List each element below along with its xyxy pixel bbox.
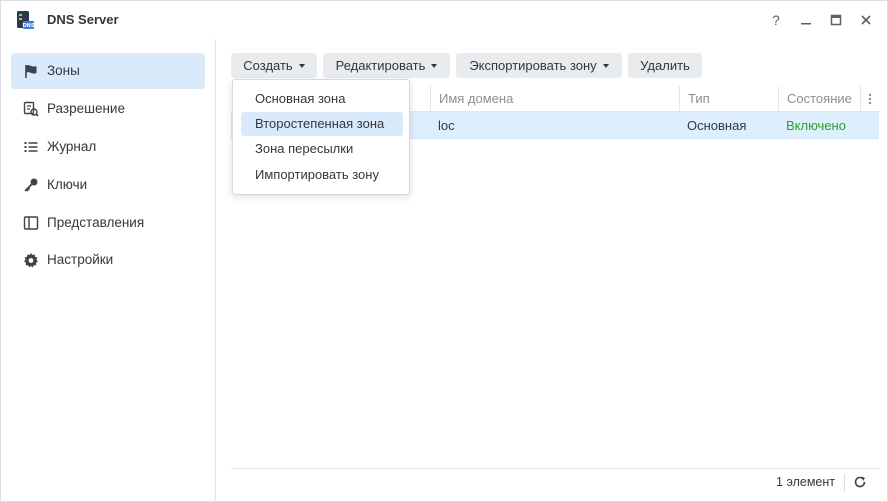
sidebar-item-label: Настройки xyxy=(47,252,114,267)
views-icon xyxy=(23,216,39,230)
svg-text:DNS: DNS xyxy=(23,23,35,29)
resolution-icon xyxy=(23,101,39,117)
sidebar-item-views[interactable]: Представления xyxy=(11,205,205,241)
create-button-label: Создать xyxy=(243,58,293,73)
sidebar-item-settings[interactable]: Настройки xyxy=(11,242,205,278)
minimize-button[interactable] xyxy=(799,11,813,29)
grid-footer: 1 элемент xyxy=(231,468,879,496)
help-button[interactable]: ? xyxy=(769,11,783,29)
sidebar: Зоны Разрешение Журнал Ключи Представлен… xyxy=(1,39,216,502)
cell-type: Основная xyxy=(687,118,747,133)
delete-button-label: Удалить xyxy=(640,58,690,73)
chevron-down-icon xyxy=(298,63,305,68)
menu-item-forward-zone[interactable]: Зона пересылки xyxy=(241,137,403,161)
create-dropdown-menu: Основная зона Второстепенная зона Зона п… xyxy=(232,79,410,195)
sidebar-item-label: Журнал xyxy=(47,139,97,154)
create-button[interactable]: Создать xyxy=(231,53,317,78)
list-icon xyxy=(24,142,38,152)
sidebar-item-keys[interactable]: Ключи xyxy=(11,167,205,203)
export-button-label: Экспортировать зону xyxy=(469,58,597,73)
edit-button[interactable]: Редактировать xyxy=(323,53,450,78)
sidebar-item-label: Разрешение xyxy=(47,101,125,116)
sidebar-item-log[interactable]: Журнал xyxy=(11,129,205,165)
maximize-button[interactable] xyxy=(829,11,843,29)
footer-divider xyxy=(844,474,845,492)
app-title: DNS Server xyxy=(47,12,119,27)
window-controls: ? xyxy=(769,11,873,29)
cell-status: Включено xyxy=(786,118,846,133)
sidebar-item-resolution[interactable]: Разрешение xyxy=(11,91,205,127)
chevron-down-icon xyxy=(431,63,438,68)
edit-button-label: Редактировать xyxy=(335,58,426,73)
sidebar-item-label: Ключи xyxy=(47,177,88,192)
delete-button[interactable]: Удалить xyxy=(628,53,702,78)
column-header-domain[interactable]: Имя домена xyxy=(430,86,679,112)
menu-item-secondary-zone[interactable]: Второстепенная зона xyxy=(241,112,403,136)
key-icon xyxy=(24,178,38,192)
maximize-icon xyxy=(830,14,842,26)
item-count: 1 элемент xyxy=(776,475,835,489)
dns-server-app-icon: DNS xyxy=(17,11,35,29)
cell-domain: loc xyxy=(438,118,455,133)
column-menu-button[interactable] xyxy=(860,86,879,112)
refresh-icon[interactable] xyxy=(853,475,867,489)
column-header-type[interactable]: Тип xyxy=(679,86,778,112)
gear-icon xyxy=(24,253,38,268)
minimize-icon xyxy=(801,23,811,25)
more-vertical-icon xyxy=(868,93,872,105)
menu-item-import-zone[interactable]: Импортировать зону xyxy=(241,163,403,187)
sidebar-item-label: Зоны xyxy=(47,63,80,78)
export-zone-button[interactable]: Экспортировать зону xyxy=(456,53,622,78)
menu-item-primary-zone[interactable]: Основная зона xyxy=(241,87,403,111)
dns-server-window: DNS DNS Server ? Зоны Разрешение Журнал … xyxy=(0,0,888,502)
flag-icon xyxy=(25,65,37,78)
close-button[interactable] xyxy=(859,11,873,29)
close-icon xyxy=(861,15,871,25)
chevron-down-icon xyxy=(602,63,609,68)
title-bar: DNS DNS Server ? xyxy=(1,1,887,39)
sidebar-item-zones[interactable]: Зоны xyxy=(11,53,205,89)
sidebar-item-label: Представления xyxy=(47,215,145,230)
column-header-status[interactable]: Состояние xyxy=(778,86,860,112)
